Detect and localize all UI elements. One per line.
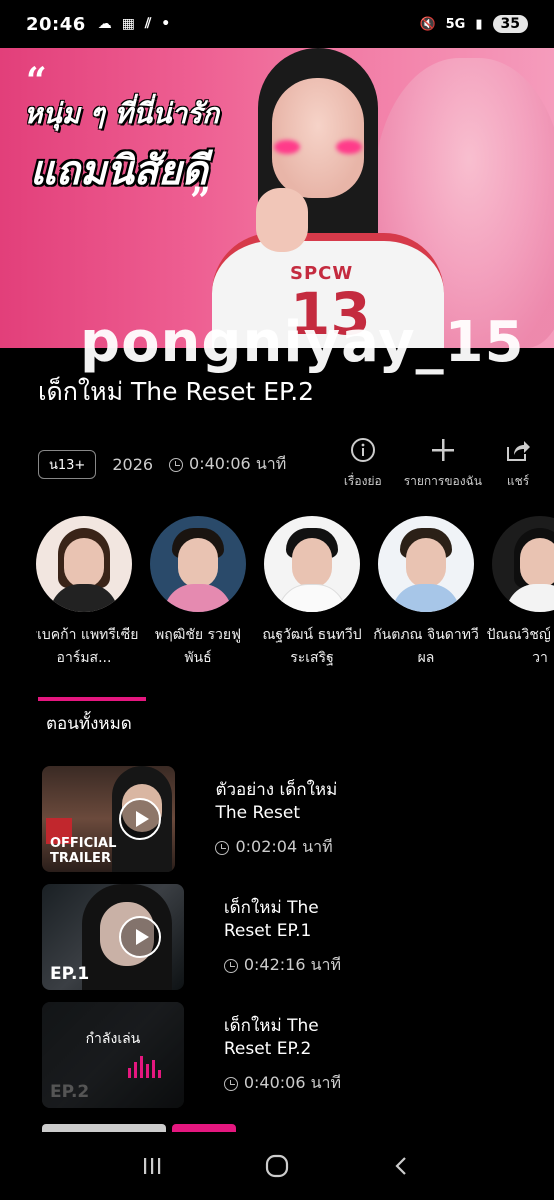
action-bar: เรื่องย่อ รายการของฉัน แชร์ <box>344 436 532 491</box>
share-button[interactable]: แชร์ <box>504 436 532 491</box>
episode-title: เด็กใหม่ The Reset EP.1 <box>223 898 319 941</box>
clock-icon <box>169 457 184 472</box>
clock-icon <box>223 958 238 973</box>
release-year: 2026 <box>112 455 154 474</box>
duration-text: 0:40:06 นาที <box>189 454 287 473</box>
hero-tagline-1: หนุ่ม ๆ ที่นี่น่ารัก <box>24 97 220 130</box>
my-list-label: รายการของฉัน <box>403 474 482 488</box>
calendar-icon: ▦ <box>121 16 136 32</box>
recent-apps-button[interactable] <box>132 1146 172 1186</box>
equalizer-icon <box>128 1056 161 1078</box>
episode-item[interactable]: OFFICIAL TRAILER ตัวอย่าง เด็กใหม่ The R… <box>42 766 360 872</box>
episode-item[interactable]: กำลังเล่น EP.2 เด็กใหม่ The Reset EP.2 0… <box>42 1002 360 1108</box>
plus-icon <box>429 436 457 464</box>
dot-icon: • <box>161 16 171 32</box>
hero-tagline-2: แถมนิสัยดี <box>30 148 208 194</box>
clock-time: 20:46 <box>26 13 86 35</box>
episode-thumbnail[interactable]: EP.1 <box>42 884 184 990</box>
synopsis-button[interactable]: เรื่องย่อ <box>344 436 382 491</box>
cast-member[interactable]: ณฐวัฒน์ ธนทวีประเสริฐ <box>262 516 362 670</box>
cast-member[interactable]: ปัณณวิชญ์ เกียรติวา <box>487 516 554 670</box>
episode-title: เด็กใหม่ The Reset EP.2 <box>223 1016 319 1059</box>
tab-all-episodes[interactable]: ตอนทั้งหมด <box>46 710 132 737</box>
now-playing-label: กำลังเล่น <box>85 1031 141 1047</box>
share-label: แชร์ <box>506 474 530 488</box>
hero-person-face <box>272 78 364 198</box>
episode-duration: 0:42:16 นาที <box>243 955 342 974</box>
back-button[interactable] <box>382 1146 422 1186</box>
hero-hand <box>256 188 308 252</box>
episode-duration: 0:02:04 นาที <box>235 837 333 856</box>
blush-left <box>274 140 300 154</box>
play-icon[interactable] <box>119 916 161 958</box>
episode-duration: 0:40:06 นาที <box>243 1073 342 1092</box>
cast-name: ณฐวัฒน์ ธนทวีประเสริฐ <box>262 627 362 666</box>
avatar <box>378 516 474 612</box>
share-icon <box>504 436 532 464</box>
home-button[interactable] <box>257 1146 297 1186</box>
status-bar: 20:46 ☁ ▦ ⫽ • 🔇 5G ▮ 35 <box>0 0 554 48</box>
episode-thumbnail[interactable]: OFFICIAL TRAILER <box>42 766 176 872</box>
avatar <box>264 516 360 612</box>
thumbnail-label: EP.1 <box>50 964 90 984</box>
thumbnail-label: EP.2 <box>50 1082 90 1102</box>
hero-banner[interactable]: SPCW 13 “ ” หนุ่ม ๆ ที่นี่น่ารัก แถมนิสั… <box>0 48 554 348</box>
avatar <box>36 516 132 612</box>
cast-name: พฤฒิชัย รวยฟูพันธ์ <box>154 627 241 666</box>
avatar <box>492 516 554 612</box>
thumbnail-label: OFFICIAL TRAILER <box>50 836 117 866</box>
meta-row: น13+ 2026 0:40:06 นาที <box>38 450 286 479</box>
tab-indicator <box>38 697 146 701</box>
watermark-text: pongniyay_15 <box>80 310 525 375</box>
signal-icon: ▮ <box>475 16 483 32</box>
cloud-icon: ☁ <box>97 16 112 32</box>
page-title: เด็กใหม่ The Reset EP.2 <box>38 377 315 406</box>
cast-name: ปัณณวิชญ์ เกียรติวา <box>486 627 554 666</box>
avatar <box>150 516 246 612</box>
episode-thumbnail[interactable]: กำลังเล่น EP.2 <box>42 1002 184 1108</box>
episode-title: ตัวอย่าง เด็กใหม่ The Reset <box>215 780 338 823</box>
battery-level: 35 <box>492 15 528 33</box>
cast-carousel[interactable]: รีเบคก้า แพทรีเซีย อาร์มส... พฤฒิชัย รวย… <box>36 516 554 670</box>
play-icon[interactable] <box>119 798 161 840</box>
cast-member[interactable]: กันตภณ จินดาทวีผล <box>373 516 479 670</box>
rating-badge: น13+ <box>38 450 97 479</box>
network-type: 5G <box>445 16 466 32</box>
info-icon <box>349 436 377 464</box>
cast-name: กันตภณ จินดาทวีผล <box>373 627 479 666</box>
synopsis-label: เรื่องย่อ <box>343 474 382 488</box>
episode-item[interactable]: EP.1 เด็กใหม่ The Reset EP.1 0:42:16 นาท… <box>42 884 360 990</box>
cast-name: รีเบคก้า แพทรีเซีย อาร์มส... <box>36 627 139 666</box>
cast-member[interactable]: พฤฒิชัย รวยฟูพันธ์ <box>150 516 246 670</box>
clock-icon <box>215 840 230 855</box>
sync-icon: ⫽ <box>145 16 152 32</box>
mute-icon: 🔇 <box>419 16 436 32</box>
cast-member[interactable]: รีเบคก้า แพทรีเซีย อาร์มส... <box>36 516 138 670</box>
clock-icon <box>223 1076 238 1091</box>
system-nav-bar <box>0 1132 554 1200</box>
my-list-button[interactable]: รายการของฉัน <box>404 436 482 491</box>
blush-right <box>336 140 362 154</box>
